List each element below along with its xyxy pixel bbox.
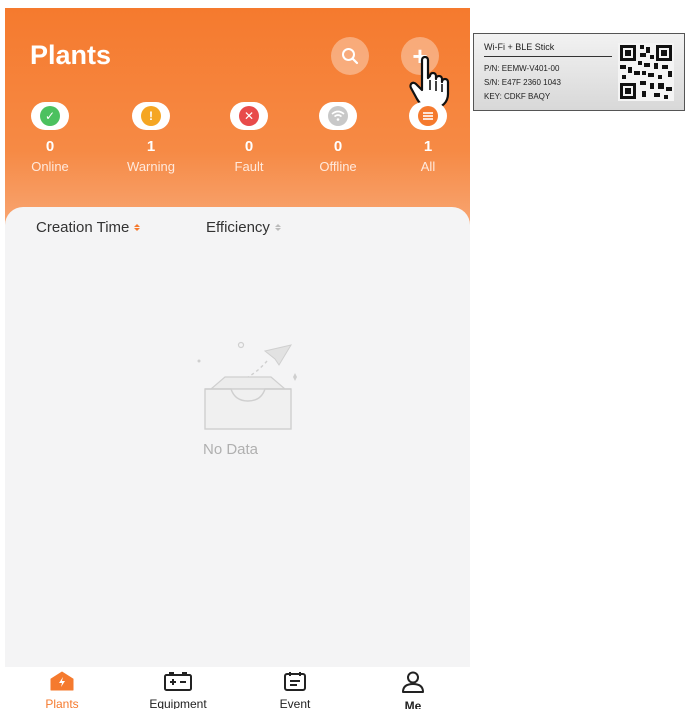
sticker-title: Wi-Fi + BLE Stick bbox=[484, 42, 555, 52]
check-icon: ✓ bbox=[40, 106, 60, 126]
search-button[interactable] bbox=[331, 37, 369, 75]
sort-efficiency[interactable]: Efficiency bbox=[206, 219, 281, 236]
sticker-key: KEY: CDKF BAQY bbox=[484, 92, 551, 101]
tab-me[interactable]: Me bbox=[368, 671, 458, 709]
sticker-pn: P/N: EEMW-V401-00 bbox=[484, 64, 560, 73]
equipment-icon bbox=[164, 672, 192, 691]
sticker-sn: S/N: E47F 2360 1043 bbox=[484, 78, 561, 87]
page-title: Plants bbox=[30, 40, 112, 70]
wifi-icon bbox=[328, 106, 348, 126]
sort-arrows-icon bbox=[134, 224, 141, 231]
empty-state-text: No Data bbox=[203, 441, 259, 458]
tab-plants[interactable]: Plants bbox=[17, 671, 107, 709]
device-label-sticker: Wi-Fi + BLE Stick P/N: EEMW-V401-00 S/N:… bbox=[473, 33, 685, 111]
stat-offline[interactable]: 0 Offline bbox=[303, 102, 373, 174]
sort-arrows-icon bbox=[274, 224, 281, 231]
plant-list-panel bbox=[5, 207, 470, 667]
search-icon bbox=[342, 48, 359, 65]
event-icon bbox=[284, 672, 306, 691]
bottom-tab-bar: Plants Equipment Event Me bbox=[5, 667, 470, 709]
sort-creation-time[interactable]: Creation Time bbox=[36, 219, 141, 236]
tab-equipment[interactable]: Equipment bbox=[133, 671, 223, 709]
tab-event[interactable]: Event bbox=[250, 671, 340, 709]
stat-online[interactable]: ✓ 0 Online bbox=[15, 102, 85, 174]
phone-screen: Plants + ✓ 0 Online ! 1 Warning ✕ 0 Faul… bbox=[5, 8, 470, 709]
me-icon bbox=[402, 671, 424, 693]
qr-code-icon bbox=[618, 43, 674, 101]
fault-icon: ✕ bbox=[239, 106, 259, 126]
warning-icon: ! bbox=[141, 106, 161, 126]
stat-all[interactable]: 1 All bbox=[393, 102, 463, 174]
stat-warning[interactable]: ! 1 Warning bbox=[116, 102, 186, 174]
plants-icon bbox=[50, 671, 74, 691]
list-icon bbox=[418, 106, 438, 126]
stat-fault[interactable]: ✕ 0 Fault bbox=[214, 102, 284, 174]
empty-box-icon bbox=[197, 341, 297, 430]
